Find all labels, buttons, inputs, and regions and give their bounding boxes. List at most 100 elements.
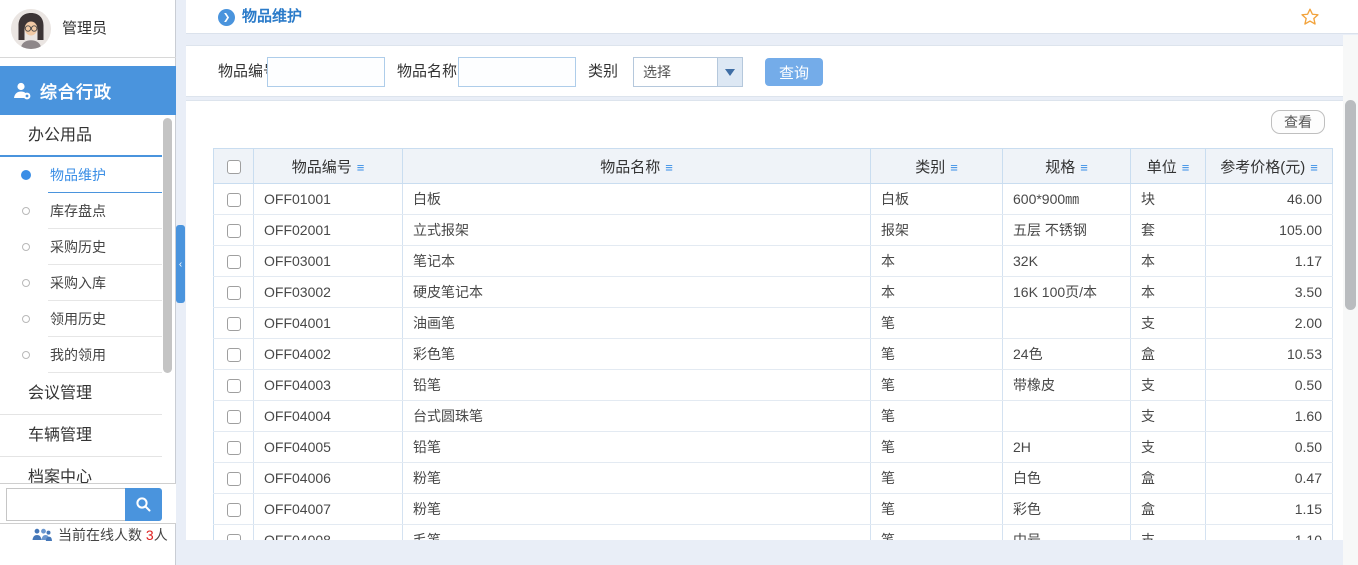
bullet-icon (22, 315, 30, 323)
table-row[interactable]: OFF02001 立式报架 报架 五层 不锈钢套 105.00 (213, 214, 1333, 246)
sidebar-item-usage-history[interactable]: 领用历史 (0, 301, 162, 337)
sort-menu-icon[interactable]: ≡ (1080, 160, 1088, 175)
sidebar-item-inventory-check[interactable]: 库存盘点 (0, 193, 162, 229)
cell: 立式报架 (402, 214, 871, 246)
table-body: OFF01001 白板 白板 600*900㎜块 46.00 OFF02001 立式报架 报架… (213, 183, 1333, 540)
row-checkbox[interactable] (226, 255, 241, 270)
sidebar-collapse-handle[interactable]: ‹ (176, 225, 185, 303)
module-title: 综合行政 (40, 83, 112, 102)
row-checkbox[interactable] (226, 379, 241, 394)
chevron-down-icon[interactable] (717, 58, 742, 86)
table-row[interactable]: OFF04002 彩色笔笔 24色盒 10.53 (213, 338, 1333, 370)
sort-menu-icon[interactable]: ≡ (665, 160, 673, 175)
column-header[interactable]: 类别 ≡ (870, 148, 1003, 184)
row-checkbox[interactable] (226, 410, 241, 425)
item-name-input[interactable] (458, 57, 576, 87)
table-row[interactable]: OFF03001 笔记本本 32K 本 1.17 (213, 245, 1333, 277)
table-row[interactable]: OFF01001 白板 白板 600*900㎜块 46.00 (213, 183, 1333, 215)
cell: 600*900㎜ (1002, 183, 1131, 215)
sidebar-section-vehicle-management[interactable]: 车辆管理 (0, 415, 162, 457)
cell: 支 (1130, 431, 1206, 463)
table-row[interactable]: OFF03002 硬皮笔记本本 16K 100页/本本 3.50 (213, 276, 1333, 308)
cell: OFF02001 (253, 214, 403, 246)
cell: 笔 (870, 524, 1003, 540)
cell: OFF03002 (253, 276, 403, 308)
cell (1002, 400, 1131, 432)
cell: 彩色 (1002, 493, 1131, 525)
filter-panel: 物品编号 物品名称 类别 选择 查询 (186, 45, 1358, 97)
item-name-label: 物品名称 (397, 63, 458, 80)
cell: 盒 (1130, 462, 1206, 494)
avatar (11, 9, 51, 49)
sidebar-section-meeting-management[interactable]: 会议管理 (0, 373, 162, 415)
table-row[interactable]: OFF04006 粉笔笔白色盒 0.47 (213, 462, 1333, 494)
column-header[interactable]: 单位 ≡ (1130, 148, 1206, 184)
scrollbar-thumb[interactable] (1345, 100, 1356, 310)
sidebar-search-button[interactable] (125, 488, 162, 521)
avatar-image (11, 9, 51, 49)
category-select[interactable]: 选择 (633, 57, 743, 87)
sidebar: 管理员 综合行政 办公用品 物品维护 库存盘点 采购历史 采购入库 领用历史 我… (0, 0, 176, 565)
cell: 报架 (870, 214, 1003, 246)
row-checkbox[interactable] (226, 472, 241, 487)
cell: OFF03001 (253, 245, 403, 277)
row-checkbox[interactable] (226, 224, 241, 239)
view-button[interactable]: 查看 (1271, 110, 1325, 134)
row-checkbox[interactable] (226, 534, 241, 540)
cell: 油画笔 (402, 307, 871, 339)
row-checkbox[interactable] (226, 317, 241, 332)
select-all-checkbox[interactable] (226, 159, 241, 174)
cell: 笔 (870, 338, 1003, 370)
cell: OFF04007 (253, 493, 403, 525)
online-count: 3 (145, 527, 154, 543)
main-scrollbar[interactable] (1343, 35, 1358, 565)
sidebar-section-office-supplies[interactable]: 办公用品 (0, 115, 162, 157)
table-row[interactable]: OFF04008 毛笔笔中号支 1.10 (213, 524, 1333, 540)
sidebar-menu: 办公用品 物品维护 库存盘点 采购历史 采购入库 领用历史 我的领用 会议管理 … (0, 115, 162, 499)
module-bar[interactable]: 综合行政 (0, 66, 176, 115)
item-code-input[interactable] (267, 57, 385, 87)
sort-menu-icon[interactable]: ≡ (357, 160, 365, 175)
row-checkbox[interactable] (226, 348, 241, 363)
table-row[interactable]: OFF04004 台式圆珠笔笔 支 1.60 (213, 400, 1333, 432)
bullet-icon (22, 351, 30, 359)
sidebar-item-purchase-history[interactable]: 采购历史 (0, 229, 162, 265)
title-bar: ❯ 物品维护 (186, 0, 1358, 34)
sort-menu-icon[interactable]: ≡ (1182, 160, 1190, 175)
sidebar-search-input[interactable] (6, 488, 125, 521)
row-checkbox[interactable] (226, 441, 241, 456)
row-checkbox[interactable] (226, 193, 241, 208)
column-header[interactable]: 物品名称 ≡ (402, 148, 871, 184)
row-checkbox[interactable] (226, 503, 241, 518)
sidebar-item-my-usage[interactable]: 我的领用 (0, 337, 162, 373)
cell: 五层 不锈钢 (1002, 214, 1131, 246)
user-name: 管理员 (62, 20, 108, 37)
page-title: 物品维护 (242, 8, 303, 25)
sort-menu-icon[interactable]: ≡ (950, 160, 958, 175)
table-row[interactable]: OFF04005 铅笔笔 2H 支 0.50 (213, 431, 1333, 463)
column-header[interactable]: 规格 ≡ (1002, 148, 1131, 184)
table-row[interactable]: OFF04003 铅笔笔带橡皮支 0.50 (213, 369, 1333, 401)
bullet-icon (21, 170, 31, 180)
cell: 套 (1130, 214, 1206, 246)
cell: 带橡皮 (1002, 369, 1131, 401)
cell: 彩色笔 (402, 338, 871, 370)
cell: 白色 (1002, 462, 1131, 494)
sort-menu-icon[interactable]: ≡ (1310, 160, 1318, 175)
sidebar-item-purchase-inbound[interactable]: 采购入库 (0, 265, 162, 301)
column-header[interactable]: 物品编号 ≡ (253, 148, 403, 184)
app-window: 管理员 综合行政 办公用品 物品维护 库存盘点 采购历史 采购入库 领用历史 我… (0, 0, 1358, 565)
table-row[interactable]: OFF04001 油画笔笔 支 2.00 (213, 307, 1333, 339)
online-users-row: 当前在线人数 3人 (0, 524, 176, 546)
table-row[interactable]: OFF04007 粉笔笔彩色盒 1.15 (213, 493, 1333, 525)
row-checkbox[interactable] (226, 286, 241, 301)
cell: 1.10 (1205, 524, 1333, 540)
column-header[interactable]: 参考价格(元) ≡ (1205, 148, 1333, 184)
query-button[interactable]: 查询 (765, 58, 824, 86)
favorite-star-icon[interactable] (1300, 7, 1320, 27)
cell: 笔 (870, 431, 1003, 463)
cell: 铅笔 (402, 431, 871, 463)
cell: 1.60 (1205, 400, 1333, 432)
sidebar-scrollbar[interactable] (163, 118, 172, 373)
sidebar-item-item-maintenance[interactable]: 物品维护 (0, 157, 162, 193)
